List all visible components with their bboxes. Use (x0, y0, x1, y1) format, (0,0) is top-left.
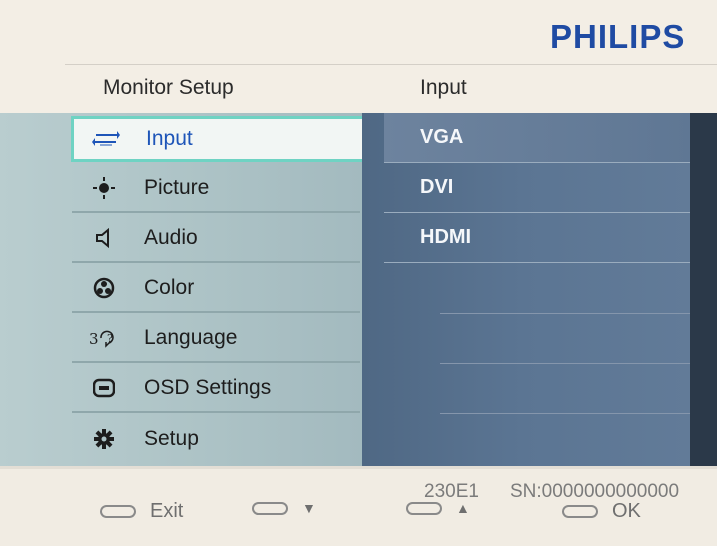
menu-item-label: Input (146, 127, 193, 150)
submenu-divider (440, 413, 690, 414)
gear-icon (86, 428, 122, 450)
menu-item-color[interactable]: Color (72, 265, 360, 313)
button-pill-icon (406, 501, 442, 515)
header-divider (65, 64, 717, 65)
exit-button[interactable]: Exit (100, 500, 183, 523)
input-arrows-icon (88, 130, 124, 148)
sun-icon (86, 177, 122, 199)
footer-divider (0, 466, 717, 469)
language-icon: 3 ? (86, 328, 122, 348)
svg-text:3: 3 (89, 330, 99, 348)
menu-item-language[interactable]: 3 ? Language (72, 315, 360, 363)
submenu-item-dvi[interactable]: DVI (384, 163, 690, 213)
submenu-divider (440, 363, 690, 364)
menu-item-setup[interactable]: Setup (72, 415, 360, 463)
menu-item-osd-settings[interactable]: OSD Settings (72, 365, 360, 413)
submenu-item-label: HDMI (420, 226, 472, 248)
button-pill-icon (252, 501, 288, 515)
menu-item-label: Language (144, 326, 238, 349)
color-wheel-icon (86, 277, 122, 299)
menu-item-label: Audio (144, 226, 198, 249)
submenu-item-label: DVI (420, 176, 454, 198)
menu-item-label: OSD Settings (144, 376, 272, 399)
svg-text:?: ? (107, 332, 113, 345)
ok-button[interactable]: OK (562, 500, 641, 523)
submenu-edge (690, 113, 717, 466)
submenu-item-label: VGA (420, 126, 464, 148)
button-pill-icon (100, 505, 136, 518)
ok-label: OK (612, 500, 641, 522)
up-arrow-icon: ▲ (456, 500, 470, 516)
menu-item-label: Setup (144, 427, 199, 450)
down-arrow-icon: ▼ (302, 500, 316, 516)
submenu-item-vga[interactable]: VGA (384, 113, 690, 163)
submenu-item-hdmi[interactable]: HDMI (384, 213, 690, 263)
brand-logo: PHILIPS (550, 18, 686, 55)
submenu-title: Input (420, 76, 467, 99)
menu-title: Monitor Setup (103, 76, 234, 99)
display-icon (86, 378, 122, 398)
header: PHILIPS Monitor Setup Input (0, 0, 717, 113)
osd-screen: PHILIPS Monitor Setup Input Input Pictur… (0, 0, 717, 546)
menu-item-label: Picture (144, 176, 210, 199)
down-button[interactable]: ▼ (252, 500, 316, 516)
menu-item-input[interactable]: Input (71, 116, 367, 162)
menu-item-label: Color (144, 276, 195, 299)
submenu-divider (440, 313, 690, 314)
menu-item-picture[interactable]: Picture (72, 165, 360, 213)
speaker-icon (86, 228, 122, 248)
exit-label: Exit (150, 500, 184, 522)
button-pill-icon (562, 505, 598, 518)
up-button[interactable]: ▲ (406, 500, 470, 516)
menu-item-audio[interactable]: Audio (72, 215, 360, 263)
